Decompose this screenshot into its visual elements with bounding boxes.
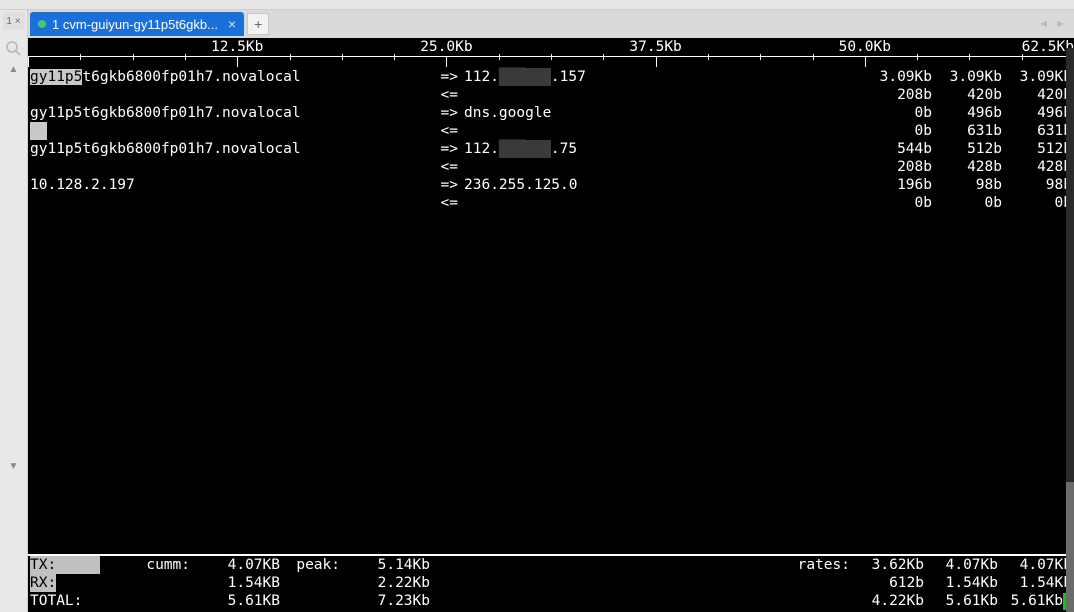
summary-section: TX: cumm: 4.07KB peak: 5.14Kb rates: 3.6… xyxy=(28,556,1074,612)
flow-rate-in: 0b xyxy=(932,194,1002,212)
flow-source: gy11p5t6gkb6800fp01h7.novalocal xyxy=(30,104,430,122)
scrollbar-vertical[interactable] xyxy=(1066,48,1074,612)
left-gutter: ▲ ▼ xyxy=(0,10,28,612)
cumm-header: cumm: xyxy=(90,556,190,574)
summary-tx-row: TX: cumm: 4.07KB peak: 5.14Kb rates: 3.6… xyxy=(30,556,1072,574)
add-tab-button[interactable]: + xyxy=(247,13,269,35)
arrow-out-icon: => xyxy=(430,176,458,194)
tx-rate-2: 4.07Kb xyxy=(924,556,998,574)
tab-active[interactable]: 1 cvm-guiyun-gy11p5t6gkb... × xyxy=(30,12,244,36)
flow-rate-out: 3.09Kb xyxy=(1002,68,1072,86)
collapse-up-icon[interactable]: ▲ xyxy=(9,64,19,75)
tab-nav-arrows[interactable]: ◄ ► xyxy=(1038,18,1066,30)
flow-source: gy11p5t6gkb6800fp01h7.novalocal xyxy=(30,68,430,86)
arrow-in-icon: <= xyxy=(430,158,458,176)
flow-destination: 112.███.75 xyxy=(458,140,658,158)
expand-down-icon[interactable]: ▼ xyxy=(9,461,19,472)
total-rate-2: 5.61Kb xyxy=(924,592,998,610)
flow-rate-out: 512b xyxy=(932,140,1002,158)
flow-row: gy11p5t6gkb6800fp01h7.novalocal=>112.███… xyxy=(30,68,1072,104)
flow-rate-out: 98b xyxy=(1002,176,1072,194)
arrow-in-icon: <= xyxy=(430,194,458,212)
tx-rate-1: 3.62Kb xyxy=(850,556,924,574)
scrollbar-thumb[interactable] xyxy=(1066,482,1074,612)
total-rate-3: 5.61Kb xyxy=(998,592,1072,610)
flow-rate-in: 208b xyxy=(862,158,932,176)
flow-source: 10.128.2.197 xyxy=(30,176,430,194)
flow-rate-out: 3.09Kb xyxy=(932,68,1002,86)
arrow-out-icon: => xyxy=(430,140,458,158)
flow-rate-out: 544b xyxy=(862,140,932,158)
flow-rate-out: 0b xyxy=(862,104,932,122)
flow-source-in xyxy=(30,86,430,104)
summary-total-row: TOTAL: 5.61KB 7.23Kb 4.22Kb 5.61Kb 5.61K… xyxy=(30,592,1072,610)
search-icon[interactable] xyxy=(5,40,23,58)
arrow-out-icon: => xyxy=(430,104,458,122)
flow-rate-in: 0b xyxy=(1002,194,1072,212)
rx-label: RX: xyxy=(30,574,56,592)
arrow-out-icon: => xyxy=(430,68,458,86)
rx-rate-2: 1.54Kb xyxy=(924,574,998,592)
scale-label: 12.5Kb xyxy=(211,38,263,56)
flow-rate-out: 196b xyxy=(862,176,932,194)
flow-rate-out: 512b xyxy=(1002,140,1072,158)
tab-close-icon[interactable]: × xyxy=(228,16,236,32)
flow-source: gy11p5t6gkb6800fp01h7.novalocal xyxy=(30,140,430,158)
scale-label: 25.0Kb xyxy=(420,38,472,56)
flow-rate-out: 98b xyxy=(932,176,1002,194)
flow-rate-in: 631b xyxy=(1002,122,1072,140)
scale-label: 50.0Kb xyxy=(839,38,891,56)
flow-source-in xyxy=(30,194,430,212)
flow-rate-in: 420b xyxy=(1002,86,1072,104)
total-rate-1: 4.22Kb xyxy=(850,592,924,610)
bandwidth-scale-ticks xyxy=(28,56,1074,62)
tab-prev-icon[interactable]: ◄ xyxy=(1038,18,1049,30)
flow-row: gy11p5t6gkb6800fp01h7.novalocal=>dns.goo… xyxy=(30,104,1072,140)
tx-peak: 5.14Kb xyxy=(340,556,430,574)
flow-row: gy11p5t6gkb6800fp01h7.novalocal=>112.███… xyxy=(30,140,1072,176)
tx-label: TX: xyxy=(30,556,56,574)
flow-destination: 236.255.125.0 xyxy=(458,176,658,194)
flow-rate-out: 3.09Kb xyxy=(862,68,932,86)
tx-rate-3: 4.07Kb xyxy=(998,556,1072,574)
tx-cumm: 4.07KB xyxy=(190,556,280,574)
peak-header: peak: xyxy=(280,556,340,574)
rx-rate-3: 1.54Kb xyxy=(998,574,1072,592)
flow-row: 10.128.2.197=>236.255.125.0196b98b98b<=0… xyxy=(30,176,1072,212)
flow-source-in xyxy=(30,158,430,176)
content-area: 1 cvm-guiyun-gy11p5t6gkb... × + ◄ ► 12.5… xyxy=(28,10,1074,612)
flow-rate-in: 420b xyxy=(932,86,1002,104)
tab-bar: 1 cvm-guiyun-gy11p5t6gkb... × + ◄ ► xyxy=(28,10,1074,38)
flow-rate-in: 428b xyxy=(1002,158,1072,176)
flow-rate-in: 208b xyxy=(862,86,932,104)
flow-rate-in: 631b xyxy=(932,122,1002,140)
tab-status-dot xyxy=(38,20,46,28)
flow-source-in xyxy=(30,122,430,140)
arrow-in-icon: <= xyxy=(430,86,458,104)
scale-label: 37.5Kb xyxy=(629,38,681,56)
main-region: ▲ ▼ 1 cvm-guiyun-gy11p5t6gkb... × + ◄ ► … xyxy=(0,10,1074,612)
arrow-in-icon: <= xyxy=(430,122,458,140)
terminal[interactable]: 12.5Kb 25.0Kb 37.5Kb 50.0Kb 62.5Kb xyxy=(28,38,1074,612)
rates-header: rates: xyxy=(790,556,850,574)
flow-rate-in: 0b xyxy=(862,122,932,140)
flow-rate-out: 496b xyxy=(932,104,1002,122)
rx-cumm: 1.54KB xyxy=(190,574,280,592)
flow-rate-in: 428b xyxy=(932,158,1002,176)
rx-rate-1: 612b xyxy=(850,574,924,592)
session-close-button[interactable] xyxy=(3,12,25,30)
rx-peak: 2.22Kb xyxy=(340,574,430,592)
flow-destination: dns.google xyxy=(458,104,658,122)
flow-table: gy11p5t6gkb6800fp01h7.novalocal=>112.███… xyxy=(28,68,1074,552)
tab-next-icon[interactable]: ► xyxy=(1055,18,1066,30)
flow-rate-out: 496b xyxy=(1002,104,1072,122)
total-peak: 7.23Kb xyxy=(340,592,430,610)
tab-label: 1 cvm-guiyun-gy11p5t6gkb... xyxy=(52,17,218,32)
window-top-strip xyxy=(0,0,1074,10)
total-cumm: 5.61KB xyxy=(190,592,280,610)
flow-rate-in: 0b xyxy=(862,194,932,212)
flow-destination: 112.███.157 xyxy=(458,68,658,86)
total-label: TOTAL: xyxy=(30,592,90,610)
summary-rx-row: RX: 1.54KB 2.22Kb 612b 1.54Kb 1.54Kb xyxy=(30,574,1072,592)
